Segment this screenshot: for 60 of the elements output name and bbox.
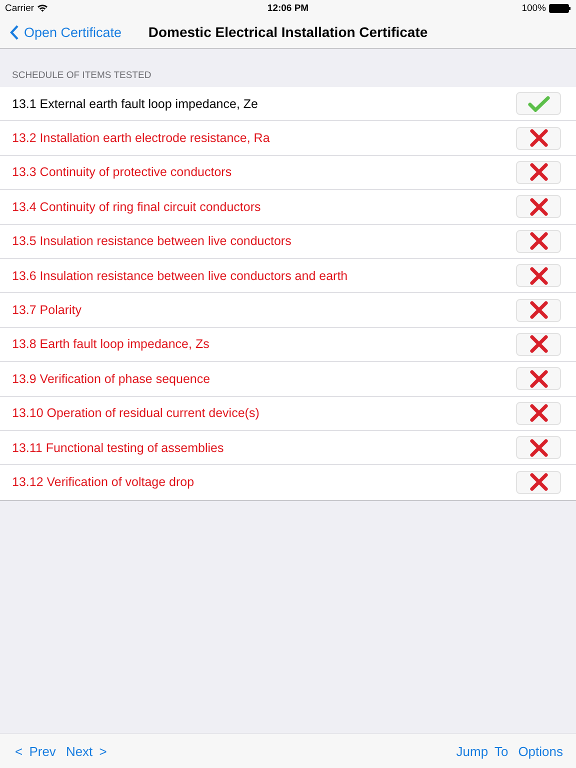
cross-icon <box>530 232 548 250</box>
test-item-row[interactable]: 13.2 Installation earth electrode resistance, Ra <box>0 121 576 156</box>
test-item-label: 13.4 Continuity of ring final circuit conductors <box>12 200 261 214</box>
toolbar-button[interactable]: Options <box>515 744 566 758</box>
nav-title: Domestic Electrical Installation Certificate <box>148 24 428 40</box>
test-item-row[interactable]: 13.12 Verification of voltage drop <box>0 465 576 500</box>
result-button[interactable] <box>516 298 561 322</box>
result-button[interactable] <box>516 436 561 460</box>
section-header: SCHEDULE OF ITEMS TESTED <box>11 69 152 83</box>
result-button[interactable] <box>516 264 561 288</box>
test-item-label: 13.7 Polarity <box>12 303 82 318</box>
test-item-row[interactable]: 13.5 Insulation resistance between live conductors <box>0 224 576 259</box>
battery-percent: 100% <box>522 2 546 14</box>
test-item-row[interactable]: 13.9 Verification of phase sequence <box>0 362 576 397</box>
status-time: 12:06 PM <box>267 2 309 14</box>
test-item-row[interactable]: 13.8 Earth fault loop impedance, Zs <box>0 328 576 362</box>
toolbar-button[interactable]: Jump To <box>453 744 512 758</box>
test-item-row[interactable]: 13.1 External earth fault loop impedance, Ze <box>0 87 576 122</box>
cross-icon <box>530 266 548 285</box>
result-button[interactable] <box>516 195 561 218</box>
test-item-label: 13.1 External earth fault loop impedance, Ze <box>12 96 258 111</box>
cross-icon <box>530 198 548 216</box>
carrier-text: Carrier <box>5 2 34 14</box>
toolbar-button[interactable]: Next > <box>62 744 110 758</box>
result-button[interactable] <box>516 332 561 356</box>
test-item-label: 13.9 Verification of phase sequence <box>12 372 210 386</box>
test-item-row[interactable]: 13.11 Functional testing of assemblies <box>0 430 576 466</box>
cross-icon <box>530 301 548 320</box>
result-button[interactable] <box>516 367 561 390</box>
cross-icon <box>530 404 548 422</box>
test-item-label: 13.2 Installation earth electrode resistance, Ra <box>12 131 270 146</box>
test-item-row[interactable]: 13.10 Operation of residual current device(s) <box>0 396 576 431</box>
test-item-row[interactable]: 13.6 Insulation resistance between live conductors and earth <box>0 258 576 294</box>
chevron-left-icon <box>10 24 19 40</box>
result-button[interactable] <box>516 160 561 184</box>
test-item-row[interactable]: 13.3 Continuity of protective conductors <box>0 156 576 190</box>
result-button[interactable] <box>516 126 561 150</box>
result-button[interactable] <box>516 402 561 425</box>
result-button[interactable] <box>516 470 561 494</box>
cross-icon <box>530 438 548 457</box>
cross-icon <box>530 370 548 388</box>
toolbar-button[interactable]: < Prev <box>12 744 59 758</box>
test-item-label: 13.3 Continuity of protective conductors <box>12 165 232 180</box>
back-button[interactable]: Open Certificate <box>0 24 122 40</box>
test-item-label: 13.12 Verification of voltage drop <box>12 475 194 490</box>
test-item-label: 13.10 Operation of residual current device(s) <box>12 406 260 420</box>
checkmark-icon <box>528 96 550 112</box>
test-item-label: 13.6 Insulation resistance between live conductors and earth <box>12 268 348 283</box>
cross-icon <box>530 335 548 354</box>
test-item-row[interactable]: 13.7 Polarity <box>0 293 576 328</box>
test-item-label: 13.5 Insulation resistance between live conductors <box>12 234 292 248</box>
test-item-row[interactable]: 13.4 Continuity of ring final circuit conductors <box>0 190 576 225</box>
cross-icon <box>530 163 548 182</box>
result-button[interactable] <box>516 230 561 253</box>
wifi-icon <box>37 4 48 12</box>
test-item-label: 13.11 Functional testing of assemblies <box>12 440 224 455</box>
battery-icon <box>549 4 571 12</box>
test-item-label: 13.8 Earth fault loop impedance, Zs <box>12 337 210 352</box>
cross-icon <box>530 129 548 148</box>
cross-icon <box>530 473 548 492</box>
